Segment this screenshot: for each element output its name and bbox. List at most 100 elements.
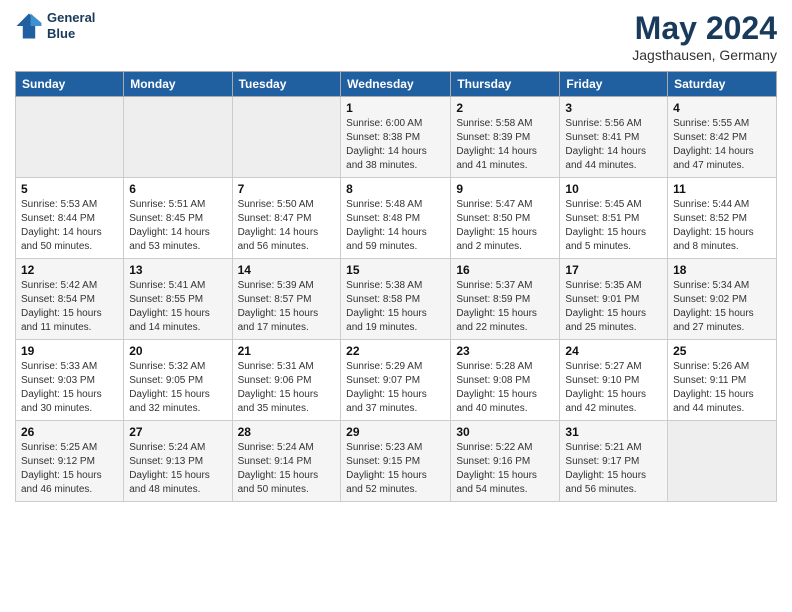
day-info: Sunrise: 5:33 AM Sunset: 9:03 PM Dayligh… bbox=[21, 360, 118, 416]
calendar-cell: 6 Sunrise: 5:51 AM Sunset: 8:45 PM Daylig… bbox=[124, 178, 232, 259]
location: Jagsthausen, Germany bbox=[632, 47, 777, 63]
week-row-2: 5Sunrise: 5:53 AM Sunset: 8:44 PM Daylig… bbox=[16, 178, 777, 259]
day-number: 19 bbox=[21, 344, 118, 358]
calendar-cell: 27 Sunrise: 5:24 AM Sunset: 9:13 PM Dayli… bbox=[124, 421, 232, 502]
day-number: 28 bbox=[238, 425, 336, 439]
day-number: 22 bbox=[346, 344, 445, 358]
day-info: Sunrise: 5:29 AM Sunset: 9:07 PM Dayligh… bbox=[346, 360, 445, 416]
calendar-cell: 16Sunrise: 5:37 AM Sunset: 8:59 PM Dayli… bbox=[451, 259, 560, 340]
header: General Blue May 2024 Jagsthausen, Germa… bbox=[15, 10, 777, 63]
calendar-cell bbox=[124, 97, 232, 178]
day-info: Sunrise: 5:37 AM Sunset: 8:59 PM Dayligh… bbox=[456, 279, 554, 335]
day-info: Sunrise: 5:28 AM Sunset: 9:08 PM Dayligh… bbox=[456, 360, 554, 416]
day-info: Sunrise: 5:56 AM Sunset: 8:41 PM Dayligh… bbox=[565, 117, 662, 173]
calendar-cell bbox=[232, 97, 341, 178]
day-number: 8 bbox=[346, 182, 445, 196]
calendar-cell: 31 Sunrise: 5:21 AM Sunset: 9:17 PM Dayli… bbox=[560, 421, 668, 502]
day-number: 31 bbox=[565, 425, 662, 439]
calendar-cell: 28 Sunrise: 5:24 AM Sunset: 9:14 PM Dayli… bbox=[232, 421, 341, 502]
day-info: Sunrise: 5:21 AM Sunset: 9:17 PM Dayligh… bbox=[565, 441, 662, 497]
day-info: Sunrise: 5:58 AM Sunset: 8:39 PM Dayligh… bbox=[456, 117, 554, 173]
calendar-cell: 25 Sunrise: 5:26 AM Sunset: 9:11 PM Dayli… bbox=[668, 340, 777, 421]
day-number: 3 bbox=[565, 101, 662, 115]
day-info: Sunrise: 5:48 AM Sunset: 8:48 PM Dayligh… bbox=[346, 198, 445, 254]
day-number: 20 bbox=[129, 344, 226, 358]
day-number: 30 bbox=[456, 425, 554, 439]
calendar-cell: 4Sunrise: 5:55 AM Sunset: 8:42 PM Daylig… bbox=[668, 97, 777, 178]
calendar-cell: 1 Sunrise: 6:00 AM Sunset: 8:38 PM Daylig… bbox=[341, 97, 451, 178]
week-row-3: 12 Sunrise: 5:42 AM Sunset: 8:54 PM Dayli… bbox=[16, 259, 777, 340]
calendar-cell: 9Sunrise: 5:47 AM Sunset: 8:50 PM Daylig… bbox=[451, 178, 560, 259]
calendar-cell: 5Sunrise: 5:53 AM Sunset: 8:44 PM Daylig… bbox=[16, 178, 124, 259]
day-info: Sunrise: 5:53 AM Sunset: 8:44 PM Dayligh… bbox=[21, 198, 118, 254]
day-info: Sunrise: 5:31 AM Sunset: 9:06 PM Dayligh… bbox=[238, 360, 336, 416]
day-number: 1 bbox=[346, 101, 445, 115]
calendar-cell: 19 Sunrise: 5:33 AM Sunset: 9:03 PM Dayli… bbox=[16, 340, 124, 421]
day-number: 7 bbox=[238, 182, 336, 196]
day-info: Sunrise: 5:26 AM Sunset: 9:11 PM Dayligh… bbox=[673, 360, 771, 416]
day-number: 15 bbox=[346, 263, 445, 277]
day-number: 18 bbox=[673, 263, 771, 277]
day-info: Sunrise: 5:25 AM Sunset: 9:12 PM Dayligh… bbox=[21, 441, 118, 497]
day-number: 10 bbox=[565, 182, 662, 196]
day-number: 25 bbox=[673, 344, 771, 358]
day-info: Sunrise: 5:41 AM Sunset: 8:55 PM Dayligh… bbox=[129, 279, 226, 335]
week-row-4: 19 Sunrise: 5:33 AM Sunset: 9:03 PM Dayli… bbox=[16, 340, 777, 421]
day-info: Sunrise: 5:24 AM Sunset: 9:14 PM Dayligh… bbox=[238, 441, 336, 497]
day-header-wednesday: Wednesday bbox=[341, 72, 451, 97]
day-number: 13 bbox=[129, 263, 226, 277]
calendar-cell: 13 Sunrise: 5:41 AM Sunset: 8:55 PM Dayli… bbox=[124, 259, 232, 340]
calendar-cell: 11Sunrise: 5:44 AM Sunset: 8:52 PM Dayli… bbox=[668, 178, 777, 259]
day-number: 26 bbox=[21, 425, 118, 439]
day-info: Sunrise: 5:34 AM Sunset: 9:02 PM Dayligh… bbox=[673, 279, 771, 335]
day-number: 17 bbox=[565, 263, 662, 277]
calendar-cell: 17 Sunrise: 5:35 AM Sunset: 9:01 PM Dayli… bbox=[560, 259, 668, 340]
logo: General Blue bbox=[15, 10, 95, 41]
calendar-cell bbox=[668, 421, 777, 502]
calendar-cell: 8 Sunrise: 5:48 AM Sunset: 8:48 PM Daylig… bbox=[341, 178, 451, 259]
logo-text: General Blue bbox=[47, 10, 95, 41]
calendar-cell bbox=[16, 97, 124, 178]
calendar-cell: 21 Sunrise: 5:31 AM Sunset: 9:06 PM Dayli… bbox=[232, 340, 341, 421]
day-header-friday: Friday bbox=[560, 72, 668, 97]
day-header-sunday: Sunday bbox=[16, 72, 124, 97]
day-number: 21 bbox=[238, 344, 336, 358]
day-info: Sunrise: 5:50 AM Sunset: 8:47 PM Dayligh… bbox=[238, 198, 336, 254]
day-info: Sunrise: 5:38 AM Sunset: 8:58 PM Dayligh… bbox=[346, 279, 445, 335]
calendar-cell: 7 Sunrise: 5:50 AM Sunset: 8:47 PM Daylig… bbox=[232, 178, 341, 259]
calendar-cell: 30 Sunrise: 5:22 AM Sunset: 9:16 PM Dayli… bbox=[451, 421, 560, 502]
day-number: 6 bbox=[129, 182, 226, 196]
day-info: Sunrise: 5:22 AM Sunset: 9:16 PM Dayligh… bbox=[456, 441, 554, 497]
title-block: May 2024 Jagsthausen, Germany bbox=[632, 10, 777, 63]
day-header-thursday: Thursday bbox=[451, 72, 560, 97]
logo-line2: Blue bbox=[47, 26, 95, 42]
calendar-cell: 24Sunrise: 5:27 AM Sunset: 9:10 PM Dayli… bbox=[560, 340, 668, 421]
day-info: Sunrise: 5:51 AM Sunset: 8:45 PM Dayligh… bbox=[129, 198, 226, 254]
calendar-cell: 26 Sunrise: 5:25 AM Sunset: 9:12 PM Dayli… bbox=[16, 421, 124, 502]
calendar-cell: 14 Sunrise: 5:39 AM Sunset: 8:57 PM Dayli… bbox=[232, 259, 341, 340]
day-info: Sunrise: 5:35 AM Sunset: 9:01 PM Dayligh… bbox=[565, 279, 662, 335]
day-number: 23 bbox=[456, 344, 554, 358]
week-row-1: 1 Sunrise: 6:00 AM Sunset: 8:38 PM Daylig… bbox=[16, 97, 777, 178]
day-info: Sunrise: 5:42 AM Sunset: 8:54 PM Dayligh… bbox=[21, 279, 118, 335]
day-number: 27 bbox=[129, 425, 226, 439]
day-info: Sunrise: 5:24 AM Sunset: 9:13 PM Dayligh… bbox=[129, 441, 226, 497]
day-number: 11 bbox=[673, 182, 771, 196]
day-info: Sunrise: 6:00 AM Sunset: 8:38 PM Dayligh… bbox=[346, 117, 445, 173]
day-number: 14 bbox=[238, 263, 336, 277]
logo-line1: General bbox=[47, 10, 95, 26]
day-info: Sunrise: 5:55 AM Sunset: 8:42 PM Dayligh… bbox=[673, 117, 771, 173]
day-header-tuesday: Tuesday bbox=[232, 72, 341, 97]
header-row: SundayMondayTuesdayWednesdayThursdayFrid… bbox=[16, 72, 777, 97]
week-row-5: 26 Sunrise: 5:25 AM Sunset: 9:12 PM Dayli… bbox=[16, 421, 777, 502]
calendar-cell: 10 Sunrise: 5:45 AM Sunset: 8:51 PM Dayli… bbox=[560, 178, 668, 259]
calendar-cell: 2Sunrise: 5:58 AM Sunset: 8:39 PM Daylig… bbox=[451, 97, 560, 178]
calendar-cell: 12 Sunrise: 5:42 AM Sunset: 8:54 PM Dayli… bbox=[16, 259, 124, 340]
day-number: 12 bbox=[21, 263, 118, 277]
calendar-cell: 15 Sunrise: 5:38 AM Sunset: 8:58 PM Dayli… bbox=[341, 259, 451, 340]
day-info: Sunrise: 5:45 AM Sunset: 8:51 PM Dayligh… bbox=[565, 198, 662, 254]
calendar-cell: 3 Sunrise: 5:56 AM Sunset: 8:41 PM Daylig… bbox=[560, 97, 668, 178]
day-info: Sunrise: 5:39 AM Sunset: 8:57 PM Dayligh… bbox=[238, 279, 336, 335]
month-year: May 2024 bbox=[632, 10, 777, 47]
day-header-saturday: Saturday bbox=[668, 72, 777, 97]
